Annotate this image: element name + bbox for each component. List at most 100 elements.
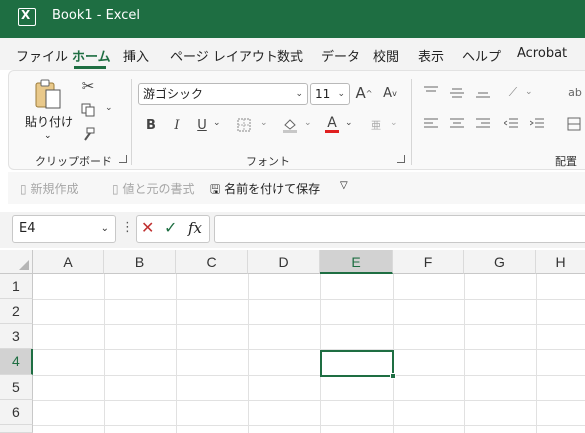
window-title: Book1 - Excel bbox=[52, 8, 141, 23]
column-header[interactable]: A bbox=[33, 250, 104, 274]
grid-line bbox=[33, 299, 585, 300]
customize-qat-chevron-icon[interactable]: ▽ bbox=[340, 180, 348, 191]
paste-values-icon: ▯ bbox=[112, 182, 119, 196]
formula-bar: E4 ⌄ ⋮ ✕ ✓ fx bbox=[0, 212, 585, 248]
bold-button[interactable]: B bbox=[143, 115, 159, 135]
align-left-icon[interactable] bbox=[423, 117, 439, 131]
row-header[interactable]: 5 bbox=[0, 375, 33, 400]
tab-data[interactable]: データ bbox=[321, 46, 360, 65]
column-header[interactable]: H bbox=[536, 250, 585, 274]
save-as-button[interactable]: 🖫 名前を付けて保存 bbox=[210, 180, 320, 201]
grid-line bbox=[464, 274, 465, 433]
shrink-font-icon[interactable]: Av bbox=[381, 83, 399, 103]
format-painter-icon[interactable] bbox=[79, 125, 97, 143]
column-header[interactable]: G bbox=[464, 250, 536, 274]
decrease-indent-icon[interactable] bbox=[503, 117, 519, 131]
clipboard-group-label: クリップボード bbox=[35, 155, 112, 168]
fill-handle[interactable] bbox=[390, 373, 396, 379]
font-color-dropdown-chevron-icon[interactable]: ⌄ bbox=[345, 118, 353, 128]
chevron-down-icon: ⌄ bbox=[100, 223, 109, 234]
underline-button[interactable]: U bbox=[194, 115, 210, 135]
tab-help[interactable]: ヘルプ bbox=[462, 46, 501, 65]
chevron-down-icon: ⌄ bbox=[337, 89, 345, 99]
increase-indent-icon[interactable] bbox=[529, 117, 545, 131]
active-cell-e4[interactable] bbox=[320, 350, 396, 379]
grid-line bbox=[33, 324, 585, 325]
paste-button-label[interactable]: 貼り付け bbox=[25, 113, 73, 130]
align-right-icon[interactable] bbox=[475, 117, 491, 131]
row-header[interactable]: 3 bbox=[0, 324, 33, 349]
fill-color-icon[interactable] bbox=[281, 115, 299, 135]
underline-dropdown-chevron-icon[interactable]: ⌄ bbox=[213, 118, 221, 128]
italic-button[interactable]: I bbox=[169, 115, 185, 135]
tab-home[interactable]: ホーム bbox=[72, 46, 111, 65]
column-header[interactable]: E bbox=[320, 250, 393, 274]
quick-access-toolbar: ▯ 新規作成 ▯ 値と元の書式 🖫 名前を付けて保存 ▽ bbox=[8, 172, 585, 204]
paste-values-button[interactable]: ▯ 値と元の書式 bbox=[112, 180, 194, 197]
new-file-button[interactable]: ▯ 新規作成 bbox=[20, 180, 78, 197]
row-header[interactable]: 4 bbox=[0, 349, 33, 375]
formula-input[interactable] bbox=[214, 215, 585, 243]
align-center-icon[interactable] bbox=[449, 117, 465, 131]
font-color-icon[interactable]: A bbox=[323, 113, 341, 135]
borders-icon[interactable] bbox=[235, 115, 253, 135]
row-header[interactable]: 6 bbox=[0, 400, 33, 425]
column-header[interactable]: C bbox=[176, 250, 248, 274]
save-as-icon: 🖫 bbox=[210, 182, 221, 196]
row-header[interactable] bbox=[0, 425, 33, 433]
cut-icon[interactable]: ✂ bbox=[79, 77, 97, 95]
more-options-icon[interactable]: ⋮ bbox=[121, 220, 134, 235]
tab-page-layout[interactable]: ページ レイアウト bbox=[170, 46, 278, 65]
alignment-group-label: 配置 bbox=[555, 155, 577, 168]
tab-file[interactable]: ファイル bbox=[16, 46, 68, 65]
font-group-label: フォント bbox=[246, 155, 290, 168]
orientation-dropdown-chevron-icon[interactable]: ⌄ bbox=[525, 87, 533, 97]
copy-dropdown-chevron-icon[interactable]: ⌄ bbox=[105, 103, 113, 113]
wrap-text-icon[interactable]: ab bbox=[565, 83, 585, 101]
tab-view[interactable]: 表示 bbox=[418, 46, 444, 65]
ribbon-divider bbox=[411, 79, 412, 165]
name-box[interactable]: E4 ⌄ bbox=[12, 215, 116, 243]
column-header[interactable]: F bbox=[393, 250, 464, 274]
copy-icon[interactable] bbox=[79, 101, 97, 119]
tab-review[interactable]: 校閲 bbox=[373, 46, 399, 65]
grow-font-icon[interactable]: A ^ bbox=[355, 83, 373, 103]
spreadsheet-grid: A B C D E F G H 1 2 3 4 5 6 bbox=[0, 250, 585, 433]
grid-line bbox=[176, 274, 177, 433]
tab-acrobat[interactable]: Acrobat bbox=[517, 46, 567, 61]
tab-formulas[interactable]: 数式 bbox=[277, 46, 303, 65]
row-header[interactable]: 2 bbox=[0, 299, 33, 324]
paste-dropdown-chevron-icon[interactable]: ⌄ bbox=[44, 131, 52, 141]
fill-dropdown-chevron-icon[interactable]: ⌄ bbox=[304, 118, 312, 128]
column-header[interactable]: B bbox=[104, 250, 176, 274]
select-all-button[interactable] bbox=[0, 250, 33, 274]
font-name-select[interactable]: 游ゴシック ⌄ bbox=[138, 83, 308, 105]
clipboard-launcher-icon[interactable] bbox=[119, 155, 127, 163]
align-middle-icon[interactable] bbox=[449, 85, 465, 99]
borders-dropdown-chevron-icon[interactable]: ⌄ bbox=[260, 118, 268, 128]
align-bottom-icon[interactable] bbox=[475, 85, 491, 99]
cancel-icon[interactable]: ✕ bbox=[141, 218, 154, 237]
grid-line bbox=[248, 274, 249, 433]
font-size-select[interactable]: 11 ⌄ bbox=[310, 83, 350, 105]
align-top-icon[interactable] bbox=[423, 85, 439, 99]
new-file-icon: ▯ bbox=[20, 182, 27, 196]
grid-line bbox=[33, 425, 585, 426]
excel-logo-icon: X bbox=[18, 8, 36, 26]
insert-function-button[interactable]: fx bbox=[188, 219, 202, 237]
grid-line bbox=[33, 349, 585, 350]
grid-line bbox=[536, 274, 537, 433]
tab-insert[interactable]: 挿入 bbox=[123, 46, 149, 65]
chevron-down-icon: ⌄ bbox=[295, 89, 303, 99]
column-header[interactable]: D bbox=[248, 250, 320, 274]
phonetic-dropdown-chevron-icon[interactable]: ⌄ bbox=[390, 118, 398, 128]
font-launcher-icon[interactable] bbox=[397, 155, 405, 163]
active-tab-indicator bbox=[74, 66, 106, 69]
title-bar: X Book1 - Excel bbox=[0, 0, 585, 38]
confirm-icon[interactable]: ✓ bbox=[164, 218, 177, 237]
orientation-icon[interactable]: ⟋ bbox=[503, 83, 523, 101]
row-header[interactable]: 1 bbox=[0, 274, 33, 299]
merge-center-icon[interactable] bbox=[565, 115, 583, 133]
phonetic-icon[interactable]: 亜 bbox=[367, 113, 385, 135]
paste-icon[interactable] bbox=[33, 77, 63, 111]
